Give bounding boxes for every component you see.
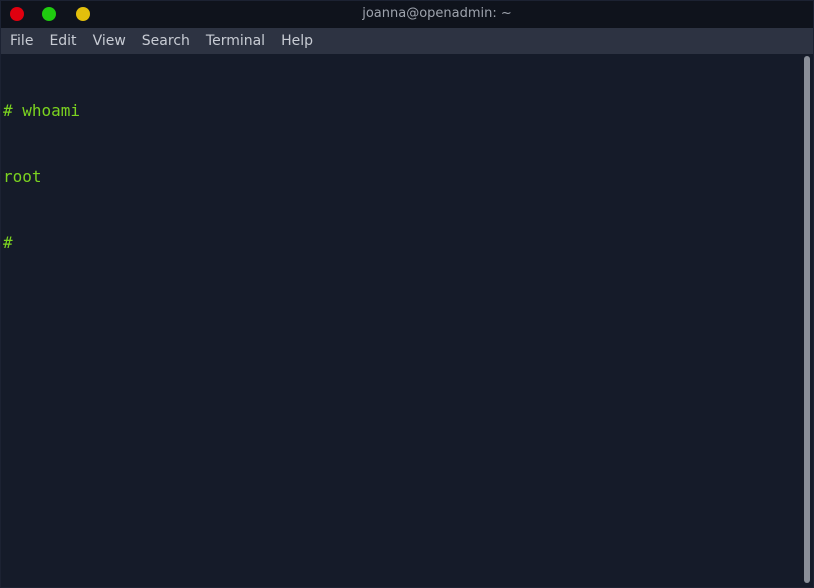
menu-view[interactable]: View — [85, 28, 134, 54]
menu-bar: File Edit View Search Terminal Help — [1, 28, 813, 54]
menu-help[interactable]: Help — [273, 28, 321, 54]
title-bar[interactable]: joanna@openadmin: ~ — [1, 1, 813, 28]
scrollbar[interactable] — [803, 56, 811, 585]
terminal-line-command: # whoami — [3, 101, 81, 120]
menu-file[interactable]: File — [1, 28, 41, 54]
menu-search[interactable]: Search — [134, 28, 198, 54]
menu-edit[interactable]: Edit — [41, 28, 84, 54]
terminal-window: joanna@openadmin: ~ File Edit View Searc… — [0, 0, 814, 588]
menu-terminal[interactable]: Terminal — [198, 28, 273, 54]
window-title: joanna@openadmin: ~ — [362, 6, 512, 21]
terminal-line-output: root — [3, 167, 42, 186]
scrollbar-thumb[interactable] — [804, 56, 810, 583]
terminal-line-prompt: # — [3, 233, 13, 252]
terminal-output[interactable]: # whoami root # — [1, 54, 803, 587]
